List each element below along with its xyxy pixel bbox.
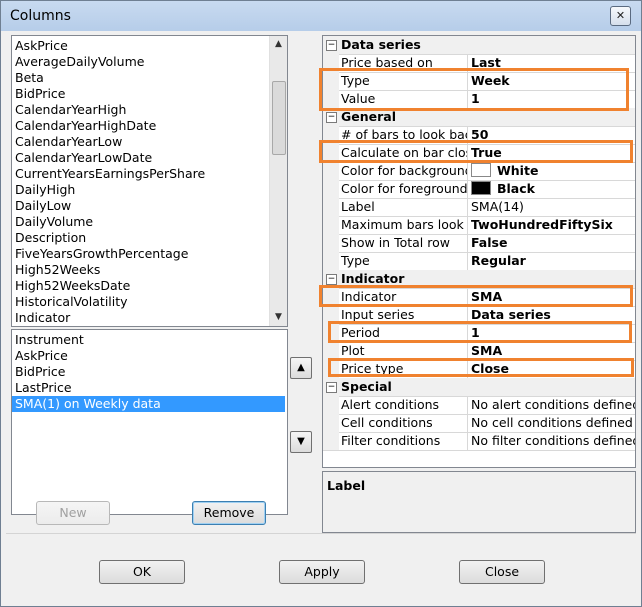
row-gutter: [323, 396, 339, 414]
move-up-button[interactable]: ▲: [290, 357, 312, 379]
color-swatch: [471, 181, 491, 195]
row-gutter: [323, 234, 339, 252]
property-row[interactable]: Color for background White: [323, 162, 635, 181]
property-row[interactable]: Filter conditions No filter conditions de…: [323, 432, 635, 451]
collapse-icon[interactable]: −: [326, 382, 337, 393]
category-row[interactable]: − Special: [323, 378, 635, 397]
close-button[interactable]: Close: [459, 560, 545, 584]
highlight-period: [328, 321, 632, 343]
available-columns-scrollbar[interactable]: ▲ ▼: [269, 36, 287, 326]
available-column-item[interactable]: CalendarYearLowDate: [12, 150, 270, 166]
highlight-calculate-on-bar-close: [319, 140, 633, 163]
property-value[interactable]: No filter conditions defined: [469, 432, 635, 450]
property-value[interactable]: False: [469, 234, 635, 252]
highlight-price-type: [328, 358, 634, 377]
available-column-item[interactable]: DailyHigh: [12, 182, 270, 198]
available-column-item[interactable]: Description: [12, 230, 270, 246]
new-button[interactable]: New: [36, 501, 110, 525]
row-gutter: [323, 432, 339, 450]
available-column-item[interactable]: High52Weeks: [12, 262, 270, 278]
description-panel: Label: [322, 471, 636, 533]
category-row[interactable]: − Data series: [323, 36, 635, 55]
color-name: White: [497, 163, 539, 178]
selected-columns-list[interactable]: Instrument AskPrice BidPrice LastPrice SMA(1…: [11, 329, 288, 515]
property-name: Cell conditions: [339, 414, 468, 432]
available-column-item[interactable]: CalendarYearHighDate: [12, 118, 270, 134]
collapse-icon[interactable]: −: [326, 40, 337, 51]
property-name: Color for foreground: [341, 180, 468, 198]
row-gutter: [323, 252, 339, 270]
available-column-item[interactable]: AskPrice: [12, 38, 270, 54]
scroll-up-icon[interactable]: ▲: [270, 36, 287, 53]
available-column-item[interactable]: FiveYearsGrowthPercentage: [12, 246, 270, 262]
property-row[interactable]: Maximum bars look backTwoHundredFiftySix: [323, 216, 635, 235]
available-column-item[interactable]: BidPrice: [12, 86, 270, 102]
available-column-item[interactable]: Beta: [12, 70, 270, 86]
ok-button[interactable]: OK: [99, 560, 185, 584]
collapse-icon[interactable]: −: [326, 112, 337, 123]
property-name: Alert conditions: [339, 396, 468, 414]
selected-column-item[interactable]: AskPrice: [12, 348, 285, 364]
property-name: Filter conditions: [339, 432, 468, 450]
available-column-item[interactable]: AverageDailyVolume: [12, 54, 270, 70]
selected-column-item[interactable]: Instrument: [12, 332, 285, 348]
available-column-item[interactable]: CalendarYearLow: [12, 134, 270, 150]
scroll-thumb[interactable]: [272, 81, 286, 155]
property-name: Type: [339, 252, 468, 270]
close-window-button[interactable]: ✕: [610, 6, 631, 26]
move-down-button[interactable]: ▼: [290, 431, 312, 453]
separator: [6, 533, 636, 534]
property-value[interactable]: SMA(14): [469, 198, 635, 216]
dialog-body: AskPrice AverageDailyVolume Beta BidPrice Ca…: [6, 31, 636, 601]
selected-column-item[interactable]: BidPrice: [12, 364, 285, 380]
available-column-item[interactable]: CurrentYearsEarningsPerShare: [12, 166, 270, 182]
description-title: Label: [327, 478, 366, 493]
property-value[interactable]: No alert conditions defined: [469, 396, 635, 414]
selected-column-item[interactable]: SMA(1) on Weekly data: [12, 396, 285, 412]
title-bar[interactable]: Columns ✕: [1, 1, 641, 31]
property-value[interactable]: TwoHundredFiftySix: [469, 216, 635, 234]
category-name: Special: [341, 379, 392, 394]
property-row[interactable]: Type Regular: [323, 252, 635, 271]
window-title: Columns: [10, 8, 71, 24]
category-name: Data series: [341, 37, 421, 52]
highlight-indicator: [319, 285, 633, 307]
property-row[interactable]: Label SMA(14): [323, 198, 635, 217]
property-value[interactable]: Regular: [469, 252, 635, 270]
property-row[interactable]: Show in Total row False: [323, 234, 635, 253]
columns-dialog: Columns ✕ AskPrice AverageDailyVolume Beta…: [0, 0, 642, 607]
scroll-down-icon[interactable]: ▼: [270, 309, 287, 326]
property-row[interactable]: Cell conditions No cell conditions define…: [323, 414, 635, 433]
property-value[interactable]: Black: [469, 180, 635, 198]
property-value[interactable]: No cell conditions defined: [469, 414, 635, 432]
property-name: Maximum bars look back: [339, 216, 468, 234]
row-gutter: [323, 216, 339, 234]
row-gutter: [323, 180, 339, 198]
available-column-item[interactable]: DailyLow: [12, 198, 270, 214]
property-name: Show in Total row: [339, 234, 468, 252]
property-row[interactable]: Alert conditions No alert conditions defi…: [323, 396, 635, 415]
collapse-icon[interactable]: −: [326, 274, 337, 285]
row-gutter: [323, 414, 339, 432]
color-name: Black: [497, 181, 535, 196]
available-column-item[interactable]: CalendarYearHigh: [12, 102, 270, 118]
property-name: Label: [339, 198, 468, 216]
row-gutter: [323, 198, 339, 216]
color-swatch: [471, 163, 491, 177]
property-name: Color for background: [341, 162, 468, 180]
property-value[interactable]: White: [469, 162, 635, 180]
remove-button[interactable]: Remove: [192, 501, 266, 525]
row-gutter: [323, 162, 339, 180]
available-column-item[interactable]: DailyVolume: [12, 214, 270, 230]
available-columns-list[interactable]: AskPrice AverageDailyVolume Beta BidPrice Ca…: [11, 35, 288, 327]
available-column-item[interactable]: HistoricalVolatility: [12, 294, 270, 310]
available-column-item[interactable]: High52WeeksDate: [12, 278, 270, 294]
available-column-item[interactable]: Indicator: [12, 310, 270, 326]
apply-button[interactable]: Apply: [279, 560, 365, 584]
selected-column-item[interactable]: LastPrice: [12, 380, 285, 396]
highlight-type-value: [319, 68, 629, 111]
property-row[interactable]: Color for foreground Black: [323, 180, 635, 199]
